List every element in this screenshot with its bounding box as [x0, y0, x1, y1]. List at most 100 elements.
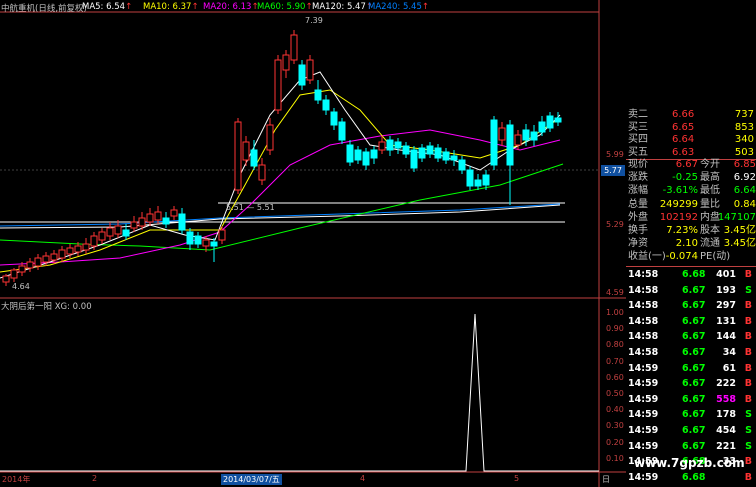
tick-row[interactable]: 14:58 6.67 144 B [626, 330, 756, 343]
tick-price: 6.68 [682, 269, 706, 280]
stat-value: -0.074 [665, 251, 698, 263]
tick-price: 6.67 [682, 378, 706, 390]
tick-price: 6.67 [682, 331, 706, 343]
candle-body [330, 111, 338, 126]
candle-body [450, 155, 458, 161]
tick-time: 14:58 [628, 347, 659, 358]
stat-label: 最高 [700, 172, 720, 184]
tick-row[interactable]: 14:59 6.67 61 B [626, 362, 756, 375]
ma240-line [0, 203, 561, 227]
tick-side: S [745, 284, 752, 296]
order-book-price: 6.65 [672, 121, 695, 133]
up-arrow-icon: ↑ [421, 2, 429, 12]
tick-row[interactable]: 14:59 6.67 558 B [626, 393, 756, 406]
stat-value: 3.45亿 [723, 225, 756, 236]
tick-row[interactable]: 14:58 6.67 34 B [626, 346, 756, 359]
order-book-volume: 853 [734, 121, 754, 133]
chart-title: 中航重机(日线,前复权) [1, 4, 87, 14]
candle-body [42, 255, 50, 263]
date-label-3: 4 [360, 474, 366, 483]
tick-price: 6.67 [682, 315, 706, 327]
order-book-label: 买三 [628, 121, 648, 133]
candle-body [82, 243, 90, 251]
tick-row[interactable]: 14:59 6.67 222 B [626, 377, 756, 390]
indicator-axis-label: 0.60 [606, 372, 624, 382]
indicator-axis-label: 0.90 [606, 324, 624, 334]
stat-value: 102192 [659, 211, 698, 223]
indicator-spike [0, 313, 599, 472]
stat-label: 总量 [628, 198, 648, 210]
quote-stat-row: 涨幅 -3.61% 最低 6.64 [626, 184, 756, 197]
candle-body [194, 235, 202, 245]
tick-volume: 558 [716, 393, 736, 405]
ma-legend-value: MA120: 5.47 [312, 2, 366, 12]
tick-price: 6.67 [682, 300, 706, 312]
kline-chart-area[interactable]: 中航重机(日线,前复权) MA5: 6.54↑ MA10: 6.37↑ MA20: … [0, 0, 626, 487]
tick-row[interactable]: 14:59 6.67 221 S [626, 440, 756, 453]
candle-body [186, 231, 194, 245]
tick-row[interactable]: 14:58 6.67 131 B [626, 315, 756, 328]
tick-time: 14:59 [628, 425, 659, 436]
ma-legend-item: MA240: 5.45↑ [368, 2, 429, 12]
tick-volume: 221 [716, 440, 736, 452]
stat-value: -0.25 [672, 172, 698, 184]
tick-row[interactable]: 14:59 6.68 B [626, 471, 756, 484]
candle-body [290, 34, 298, 61]
candle-body [378, 141, 386, 151]
candle-body [546, 115, 554, 129]
candle-body [50, 253, 58, 261]
tick-price: 6.67 [682, 362, 706, 374]
candle-body [554, 117, 562, 123]
candle-body [306, 59, 314, 81]
stat-value: -3.61% [662, 185, 698, 197]
candle-body [498, 127, 506, 141]
order-book-price: 6.63 [672, 146, 695, 158]
stat-value: 3.45亿 [723, 238, 756, 250]
candle-body [146, 213, 154, 223]
candle-body [282, 54, 290, 71]
tick-side: B [744, 300, 752, 312]
candle-body [34, 257, 42, 267]
tick-time: 14:59 [628, 471, 659, 483]
tick-volume: 61 [722, 362, 736, 374]
current-price-tag: 5.77 [601, 165, 625, 176]
ma-legend-value: MA20: 6.13 [203, 2, 252, 12]
quote-stat-row: 收益(一) -0.074 PE(动) [626, 250, 756, 263]
candle-body [458, 159, 466, 171]
candle-body [514, 134, 522, 146]
candle-body [362, 151, 370, 166]
candle-body [394, 141, 402, 149]
tick-volume: 34 [722, 347, 736, 358]
tick-time: 14:58 [628, 269, 659, 280]
tick-volume: 222 [716, 378, 736, 390]
candle-body [490, 119, 498, 166]
tick-row[interactable]: 14:58 6.67 193 S [626, 284, 756, 297]
tick-row[interactable]: 14:58 6.67 297 B [626, 299, 756, 312]
tick-row[interactable]: 14:59 6.67 178 S [626, 408, 756, 421]
candle-body [418, 147, 426, 159]
candle-body [338, 121, 346, 141]
candle-body [74, 245, 82, 253]
tick-side: S [745, 409, 752, 421]
date-label-cursor: 2014/03/07/五 [221, 474, 282, 485]
tick-row[interactable]: 14:59 6.67 454 S [626, 424, 756, 437]
period-button[interactable]: 日 [602, 474, 610, 485]
stat-value: 6.64 [733, 185, 756, 197]
tick-side: B [744, 362, 752, 374]
tick-volume: 193 [716, 284, 736, 296]
candle-body [538, 121, 546, 133]
tick-time: 14:59 [628, 409, 659, 421]
tick-volume: 401 [716, 269, 736, 280]
stat-label: 换手 [628, 225, 648, 236]
indicator-axis-label: 0.30 [606, 421, 624, 431]
quote-stat-row: 现价 6.67 今开 6.85 [626, 158, 756, 171]
stat-label: 现价 [628, 159, 648, 170]
tick-volume: 144 [716, 331, 736, 343]
ma-legend-item: MA20: 6.13↑ [203, 2, 259, 12]
order-book-price: 6.64 [672, 134, 695, 145]
price-label-3: 4.59 [606, 288, 624, 297]
candle-body [26, 261, 34, 269]
tick-row[interactable]: 14:58 6.68 401 B [626, 268, 756, 281]
indicator-axis-label: 0.40 [606, 405, 624, 415]
candle-body [426, 145, 434, 155]
